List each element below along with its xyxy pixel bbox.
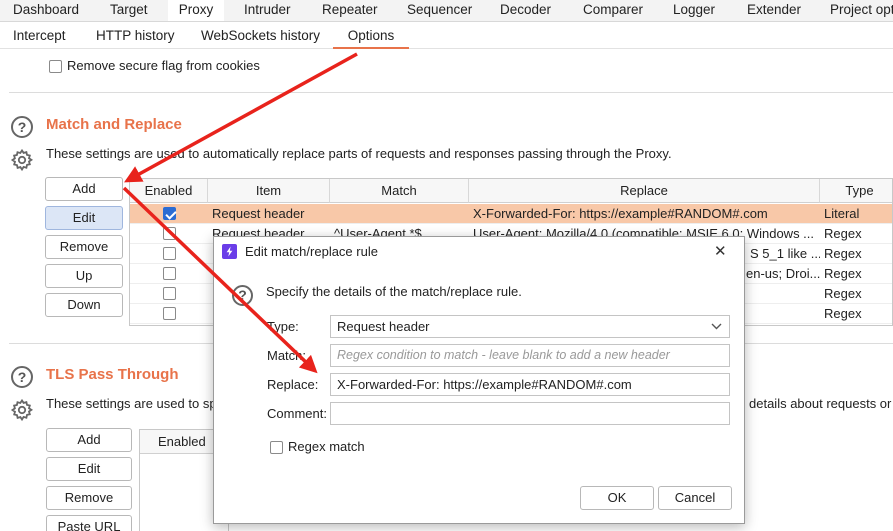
rule-match xyxy=(330,204,469,224)
rule-type: Regex xyxy=(824,286,862,301)
rule-type: Regex xyxy=(824,246,862,261)
rule-replace: S 5_1 like ... xyxy=(750,246,820,261)
tab-intercept[interactable]: Intercept xyxy=(13,22,66,49)
match-label: Match: xyxy=(267,348,307,363)
add-rule-button[interactable]: Add xyxy=(45,177,123,201)
rule-type: Regex xyxy=(824,266,862,281)
remove-secure-flag-label: Remove secure flag from cookies xyxy=(67,58,260,73)
rule-enabled-checkbox[interactable] xyxy=(163,307,176,320)
rule-item: Request header xyxy=(212,206,305,221)
type-label: Type: xyxy=(267,319,299,334)
edit-rule-button[interactable]: Edit xyxy=(45,206,123,230)
match-replace-description: These settings are used to automatically… xyxy=(46,146,672,161)
tab-dashboard[interactable]: Dashboard xyxy=(13,0,79,21)
tls-edit-button[interactable]: Edit xyxy=(46,457,132,481)
rule-enabled-checkbox[interactable] xyxy=(163,207,176,220)
comment-input[interactable] xyxy=(330,402,730,425)
remove-rule-button[interactable]: Remove xyxy=(45,235,123,259)
rule-type: Literal xyxy=(824,206,860,221)
move-down-button[interactable]: Down xyxy=(45,293,123,317)
match-input[interactable]: Regex condition to match - leave blank t… xyxy=(330,344,730,367)
edit-match-replace-dialog: Edit match/replace rule ✕ ? Specify the … xyxy=(213,236,745,524)
rule-replace: X-Forwarded-For: https://example#RANDOM#… xyxy=(473,206,768,221)
tls-remove-button[interactable]: Remove xyxy=(46,486,132,510)
tab-extender[interactable]: Extender xyxy=(747,0,801,21)
rule-enabled-checkbox[interactable] xyxy=(163,267,176,280)
tls-pass-through-description-tail: details about requests or xyxy=(749,396,892,411)
type-select-value: Request header xyxy=(337,319,430,334)
regex-match-label: Regex match xyxy=(288,439,365,454)
column-header-enabled[interactable]: Enabled xyxy=(130,179,208,203)
tab-comparer[interactable]: Comparer xyxy=(583,0,643,21)
rule-enabled-checkbox[interactable] xyxy=(163,287,176,300)
dialog-intro-text: Specify the details of the match/replace… xyxy=(266,284,522,299)
tls-pass-through-title: TLS Pass Through xyxy=(46,366,179,383)
rule-enabled-checkbox[interactable] xyxy=(163,227,176,240)
column-header-replace[interactable]: Replace xyxy=(469,179,820,203)
gear-icon[interactable] xyxy=(10,148,34,172)
tls-add-button[interactable]: Add xyxy=(46,428,132,452)
rule-replace: en-us; Droi... xyxy=(746,266,820,281)
tab-options[interactable]: Options xyxy=(333,22,409,49)
tab-logger[interactable]: Logger xyxy=(673,0,715,21)
proxy-sub-tab-bar: Intercept HTTP history WebSockets histor… xyxy=(0,22,893,49)
regex-match-checkbox[interactable] xyxy=(270,441,283,454)
dialog-titlebar[interactable]: Edit match/replace rule ✕ xyxy=(214,237,744,267)
tab-sequencer[interactable]: Sequencer xyxy=(407,0,472,21)
tab-project-options[interactable]: Project opt xyxy=(830,0,893,21)
chevron-down-icon xyxy=(711,323,722,330)
help-icon: ? xyxy=(232,285,253,306)
close-icon[interactable]: ✕ xyxy=(714,242,727,260)
tab-target[interactable]: Target xyxy=(110,0,148,21)
rule-type: Regex xyxy=(824,306,862,321)
help-icon[interactable]: ? xyxy=(11,366,33,388)
tab-intruder[interactable]: Intruder xyxy=(244,0,291,21)
column-header-type[interactable]: Type xyxy=(820,179,892,203)
tab-websockets-history[interactable]: WebSockets history xyxy=(201,22,320,49)
replace-input[interactable]: X-Forwarded-For: https://example#RANDOM#… xyxy=(330,373,730,396)
tab-http-history[interactable]: HTTP history xyxy=(96,22,175,49)
comment-label: Comment: xyxy=(267,406,327,421)
move-up-button[interactable]: Up xyxy=(45,264,123,288)
column-header-match[interactable]: Match xyxy=(330,179,469,203)
column-header-item[interactable]: Item xyxy=(208,179,330,203)
help-icon[interactable]: ? xyxy=(11,116,33,138)
type-select[interactable]: Request header xyxy=(330,315,730,338)
match-replace-title: Match and Replace xyxy=(46,116,182,133)
rule-enabled-checkbox[interactable] xyxy=(163,247,176,260)
tab-repeater[interactable]: Repeater xyxy=(322,0,378,21)
top-tab-bar: Dashboard Target Proxy Intruder Repeater… xyxy=(0,0,893,22)
cancel-button[interactable]: Cancel xyxy=(658,486,732,510)
gear-icon[interactable] xyxy=(10,398,34,422)
remove-secure-flag-checkbox[interactable] xyxy=(49,60,62,73)
dialog-title: Edit match/replace rule xyxy=(245,244,378,259)
tab-decoder[interactable]: Decoder xyxy=(500,0,551,21)
ok-button[interactable]: OK xyxy=(580,486,654,510)
tls-paste-url-button[interactable]: Paste URL xyxy=(46,515,132,531)
tls-pass-through-description: These settings are used to sp xyxy=(46,396,217,411)
tab-proxy[interactable]: Proxy xyxy=(168,0,224,21)
section-divider xyxy=(9,92,893,93)
burp-logo-icon xyxy=(222,244,237,259)
table-row[interactable]: Request header X-Forwarded-For: https://… xyxy=(130,204,892,224)
rule-type: Regex xyxy=(824,226,862,241)
replace-label: Replace: xyxy=(267,377,319,392)
